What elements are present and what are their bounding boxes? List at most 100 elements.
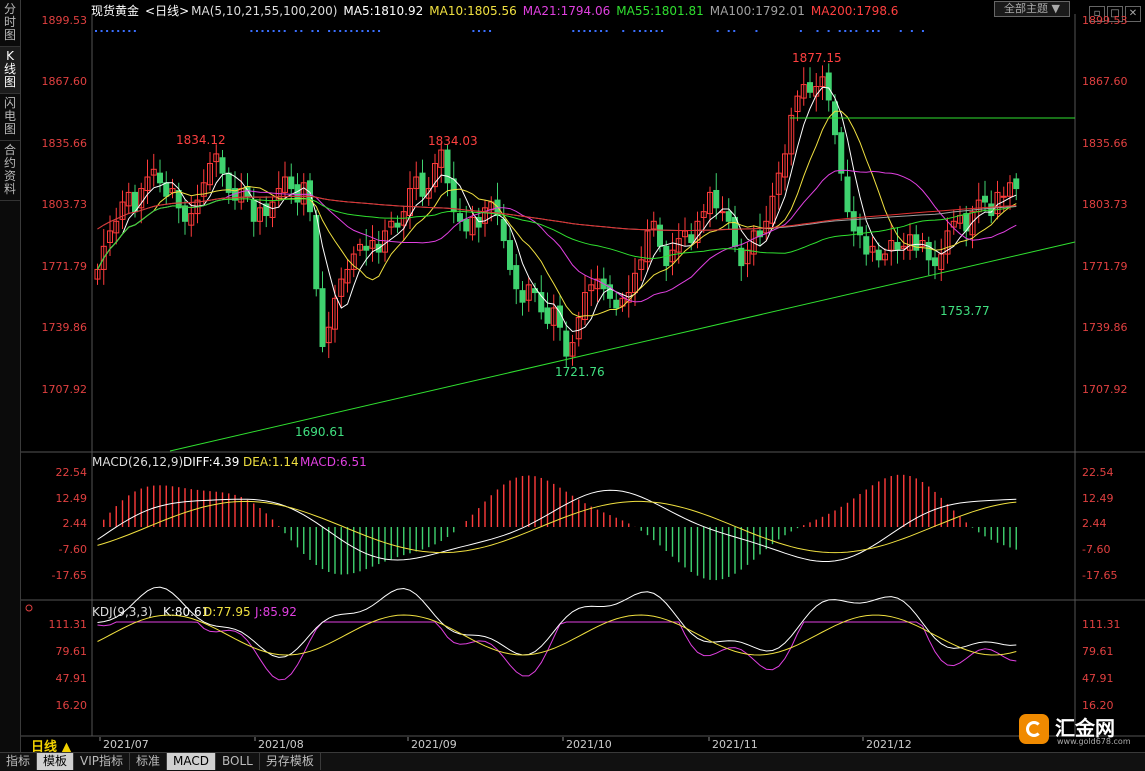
macd-diff: DIFF:4.39: [183, 455, 239, 469]
marker-dot: [339, 30, 342, 32]
marker-dot: [838, 30, 841, 32]
marker-dot: [128, 30, 131, 32]
marker-dot: [344, 30, 347, 32]
candle-body: [288, 176, 295, 190]
marker-dot: [483, 30, 486, 32]
logo-icon: [1019, 714, 1049, 744]
marker-dot: [267, 30, 270, 32]
price-tick-left: 1867.60: [42, 75, 88, 88]
candle-body: [394, 222, 401, 228]
candle-body: [925, 241, 932, 261]
marker-dot: [921, 30, 924, 32]
low-label-aug: 1690.61: [295, 425, 345, 439]
marker-dot: [605, 30, 608, 32]
marker-dot: [877, 30, 880, 32]
marker-dot: [333, 30, 336, 32]
marker-dot: [95, 30, 97, 32]
bottom-toolbar: 指标 模板 VIP指标 标准 MACD BOLL 另存模板: [0, 752, 1145, 771]
candle-body: [463, 218, 470, 232]
bottom-tab-5[interactable]: BOLL: [216, 753, 260, 770]
bottom-tab-2[interactable]: VIP指标: [74, 753, 131, 770]
logo-url: www.gold678.com: [1057, 737, 1131, 746]
marker-dot: [638, 30, 641, 32]
candle-body: [850, 211, 857, 232]
candle-body: [544, 307, 551, 324]
marker-dot: [844, 30, 847, 32]
marker-dot: [294, 30, 297, 32]
marker-dot: [117, 30, 120, 32]
candle-body: [825, 72, 832, 101]
candle-body: [500, 218, 507, 242]
marker-dot: [827, 30, 830, 32]
marker-dot: [100, 30, 103, 32]
x-axis-label: 2021/12: [866, 738, 912, 751]
candle-body: [319, 288, 326, 347]
macd-tick-left: 22.54: [56, 466, 88, 479]
candle-body: [838, 132, 845, 174]
kdj-tick-left: 111.31: [49, 618, 88, 631]
candle-body: [1000, 195, 1007, 198]
marker-dot: [133, 30, 136, 32]
candle-body: [563, 330, 570, 357]
marker-dot: [372, 30, 375, 32]
price-tick-right: 1899.53: [1082, 14, 1128, 27]
candle-body: [419, 172, 426, 197]
marker-dot: [106, 30, 109, 32]
marker-dot: [644, 30, 647, 32]
macd-dea: DEA:1.14: [243, 455, 299, 469]
candle-body: [913, 234, 920, 251]
kdj-d: D:77.95: [203, 605, 251, 619]
candle-body: [713, 189, 720, 209]
x-axis-label: 2021/08: [258, 738, 304, 751]
marker-dot: [899, 30, 902, 32]
marker-dot: [283, 30, 286, 32]
price-tick-right: 1707.92: [1082, 383, 1128, 396]
kdj-tick-right: 111.31: [1082, 618, 1121, 631]
candle-body: [219, 157, 226, 174]
candle-body: [725, 211, 732, 222]
x-axis-label: 2021/11: [712, 738, 758, 751]
marker-dot: [272, 30, 275, 32]
bottom-tab-4[interactable]: MACD: [167, 753, 217, 770]
marker-dot: [622, 30, 625, 32]
marker-dot: [122, 30, 125, 32]
macd-tick-left: 2.44: [63, 517, 88, 530]
candle-body: [1013, 178, 1020, 190]
macd-tick-right: 22.54: [1082, 466, 1114, 479]
x-axis-label: 2021/10: [566, 738, 612, 751]
macd-tick-right: 2.44: [1082, 517, 1107, 530]
kdj-tick-left: 47.91: [56, 672, 88, 685]
gold678-logo: 汇金网 www.gold678.com: [1019, 712, 1131, 748]
main-chart-svg[interactable]: 1899.53 1899.53 1867.60 1867.60 1835.66 1835.…: [0, 0, 1145, 752]
high-label-aug: 1834.12: [176, 133, 226, 147]
bottom-tab-1[interactable]: 模板: [37, 753, 75, 770]
candle-body: [363, 245, 370, 251]
macd-tick-right: -7.60: [1082, 543, 1110, 556]
marker-dot: [572, 30, 575, 32]
high-label-sep: 1834.03: [428, 134, 478, 148]
candle-body: [444, 149, 451, 184]
candle-body: [507, 240, 513, 270]
marker-dot: [655, 30, 658, 32]
bottom-tab-3[interactable]: 标准: [130, 753, 168, 770]
price-tick-right: 1835.66: [1082, 137, 1128, 150]
candle-body: [513, 265, 520, 290]
marker-dot: [317, 30, 319, 32]
candle-body: [613, 299, 620, 309]
candle-body: [807, 82, 813, 93]
x-axis-label: 2021/07: [103, 738, 149, 751]
marker-dot: [733, 30, 736, 32]
kdj-tick-right: 47.91: [1082, 672, 1114, 685]
bottom-tab-0[interactable]: 指标: [0, 753, 38, 770]
marker-dot: [350, 30, 353, 32]
bottom-tab-6[interactable]: 另存模板: [260, 753, 321, 770]
candle-body: [163, 182, 170, 197]
x-axis-label: 2021/09: [411, 738, 457, 751]
kdj-settings-icon: [25, 604, 33, 612]
candle-body: [894, 241, 901, 251]
price-tick-right: 1739.86: [1082, 321, 1128, 334]
marker-dot: [278, 30, 281, 32]
candle-body: [732, 216, 738, 247]
candle-body: [844, 176, 851, 213]
candle-body: [719, 211, 726, 214]
